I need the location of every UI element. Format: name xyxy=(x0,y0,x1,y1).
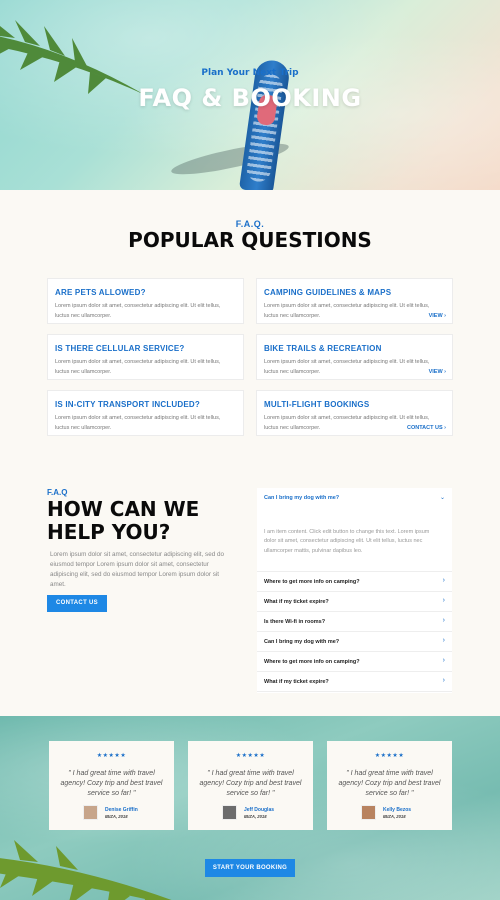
faq-accordion: Can I bring my dog with me? ⌄ I am item … xyxy=(257,488,452,693)
star-rating-icon: ★★★★★ xyxy=(374,753,405,759)
accordion-item[interactable]: Is there Wi-fi in rooms? › xyxy=(257,612,452,632)
hero-subtitle: Plan Your Next Trip xyxy=(201,68,299,78)
help-title: HOW CAN WE HELP YOU? xyxy=(47,497,200,544)
testimonial-name: Kelly Bezos xyxy=(383,807,412,813)
accordion-item[interactable]: Can I bring my dog with me? › xyxy=(257,632,452,652)
accordion-question: Is there Wi-fi in rooms? xyxy=(264,619,326,625)
chevron-right-icon: › xyxy=(442,657,445,664)
accordion-item[interactable]: Where to get more info on camping? › xyxy=(257,572,452,592)
faq-card-body: Lorem ipsum dolor sit amet, consectetur … xyxy=(264,359,430,375)
palm-leaf-icon xyxy=(0,840,172,900)
faq-card-title: CAMPING GUIDELINES & MAPS xyxy=(264,288,392,297)
chevron-right-icon: › xyxy=(442,677,445,684)
faq-card[interactable]: IS THERE CELLULAR SERVICE? Lorem ipsum d… xyxy=(47,334,244,380)
testimonial-card: ★★★★★ " I had great time with travel age… xyxy=(49,741,174,830)
testimonial-location: IBIZA, 2018 xyxy=(105,814,128,819)
avatar xyxy=(361,805,376,820)
testimonial-card: ★★★★★ " I had great time with travel age… xyxy=(327,741,452,830)
faq-card-title: BIKE TRAILS & RECREATION xyxy=(264,344,382,353)
accordion-question: Can I bring my dog with me? xyxy=(264,639,340,645)
chevron-right-icon: › xyxy=(442,637,445,644)
testimonial-name: Jeff Douglas xyxy=(244,807,275,813)
faq-card-body: Lorem ipsum dolor sit amet, consectetur … xyxy=(264,303,430,319)
start-booking-button[interactable]: START YOUR BOOKING xyxy=(205,859,295,877)
contact-us-link[interactable]: CONTACT US › xyxy=(407,425,446,431)
star-rating-icon: ★★★★★ xyxy=(96,753,127,759)
testimonial-quote: " I had great time with travel agency! C… xyxy=(199,770,302,797)
faq-card-body: Lorem ipsum dolor sit amet, consectetur … xyxy=(55,415,221,431)
faq-card-body: Lorem ipsum dolor sit amet, consectetur … xyxy=(55,359,221,375)
faq-card-body: Lorem ipsum dolor sit amet, consectetur … xyxy=(55,303,221,319)
accordion-item[interactable]: What if my ticket expire? › xyxy=(257,672,452,692)
faq-card-title: IS IN-CITY TRANSPORT INCLUDED? xyxy=(55,400,200,409)
faq-card[interactable]: MULTI-FLIGHT BOOKINGS Lorem ipsum dolor … xyxy=(256,390,453,436)
chevron-down-icon[interactable]: ⌄ xyxy=(440,494,445,501)
help-text: Lorem ipsum dolor sit amet, consectetur … xyxy=(50,551,224,588)
accordion-item[interactable]: What if my ticket expire? › xyxy=(257,592,452,612)
faq-card[interactable]: ARE PETS ALLOWED? Lorem ipsum dolor sit … xyxy=(47,278,244,324)
chevron-right-icon: › xyxy=(442,577,445,584)
testimonial-location: IBIZA, 2018 xyxy=(383,814,406,819)
accordion-question: What if my ticket expire? xyxy=(264,679,329,685)
accordion-answer: I am item content. Click edit button to … xyxy=(264,529,430,554)
star-rating-icon: ★★★★★ xyxy=(235,753,266,759)
testimonial-location: IBIZA, 2018 xyxy=(244,814,267,819)
page-title: FAQ & BOOKING xyxy=(138,84,362,112)
avatar xyxy=(83,805,98,820)
accordion-item-open[interactable]: Can I bring my dog with me? ⌄ I am item … xyxy=(257,488,452,572)
accordion-question: Where to get more info on camping? xyxy=(264,659,360,665)
testimonial-quote: " I had great time with travel agency! C… xyxy=(338,770,441,797)
view-link[interactable]: VIEW › xyxy=(429,313,446,319)
contact-us-button[interactable]: CONTACT US xyxy=(47,595,107,612)
view-link[interactable]: VIEW › xyxy=(429,369,446,375)
faq-card-title: MULTI-FLIGHT BOOKINGS xyxy=(264,400,370,409)
testimonial-card: ★★★★★ " I had great time with travel age… xyxy=(188,741,313,830)
chevron-right-icon: › xyxy=(442,617,445,624)
faq-card[interactable]: IS IN-CITY TRANSPORT INCLUDED? Lorem ips… xyxy=(47,390,244,436)
testimonial-name: Denise Griffin xyxy=(105,807,138,813)
accordion-question: What if my ticket expire? xyxy=(264,599,329,605)
faq-card-title: ARE PETS ALLOWED? xyxy=(55,288,146,297)
accordion-question: Where to get more info on camping? xyxy=(264,579,360,585)
help-label: F.A.Q xyxy=(47,488,68,497)
faq-card[interactable]: BIKE TRAILS & RECREATION Lorem ipsum dol… xyxy=(256,334,453,380)
accordion-question: Can I bring my dog with me? xyxy=(264,495,340,501)
hero-banner: Plan Your Next Trip FAQ & BOOKING xyxy=(0,0,500,190)
accordion-item[interactable]: Where to get more info on camping? › xyxy=(257,652,452,672)
chevron-right-icon: › xyxy=(442,597,445,604)
avatar xyxy=(222,805,237,820)
faq-card[interactable]: CAMPING GUIDELINES & MAPS Lorem ipsum do… xyxy=(256,278,453,324)
testimonials-section: ★★★★★ " I had great time with travel age… xyxy=(0,716,500,900)
faq-card-title: IS THERE CELLULAR SERVICE? xyxy=(55,344,185,353)
testimonial-quote: " I had great time with travel agency! C… xyxy=(60,770,163,797)
section-title: POPULAR QUESTIONS xyxy=(128,228,372,252)
